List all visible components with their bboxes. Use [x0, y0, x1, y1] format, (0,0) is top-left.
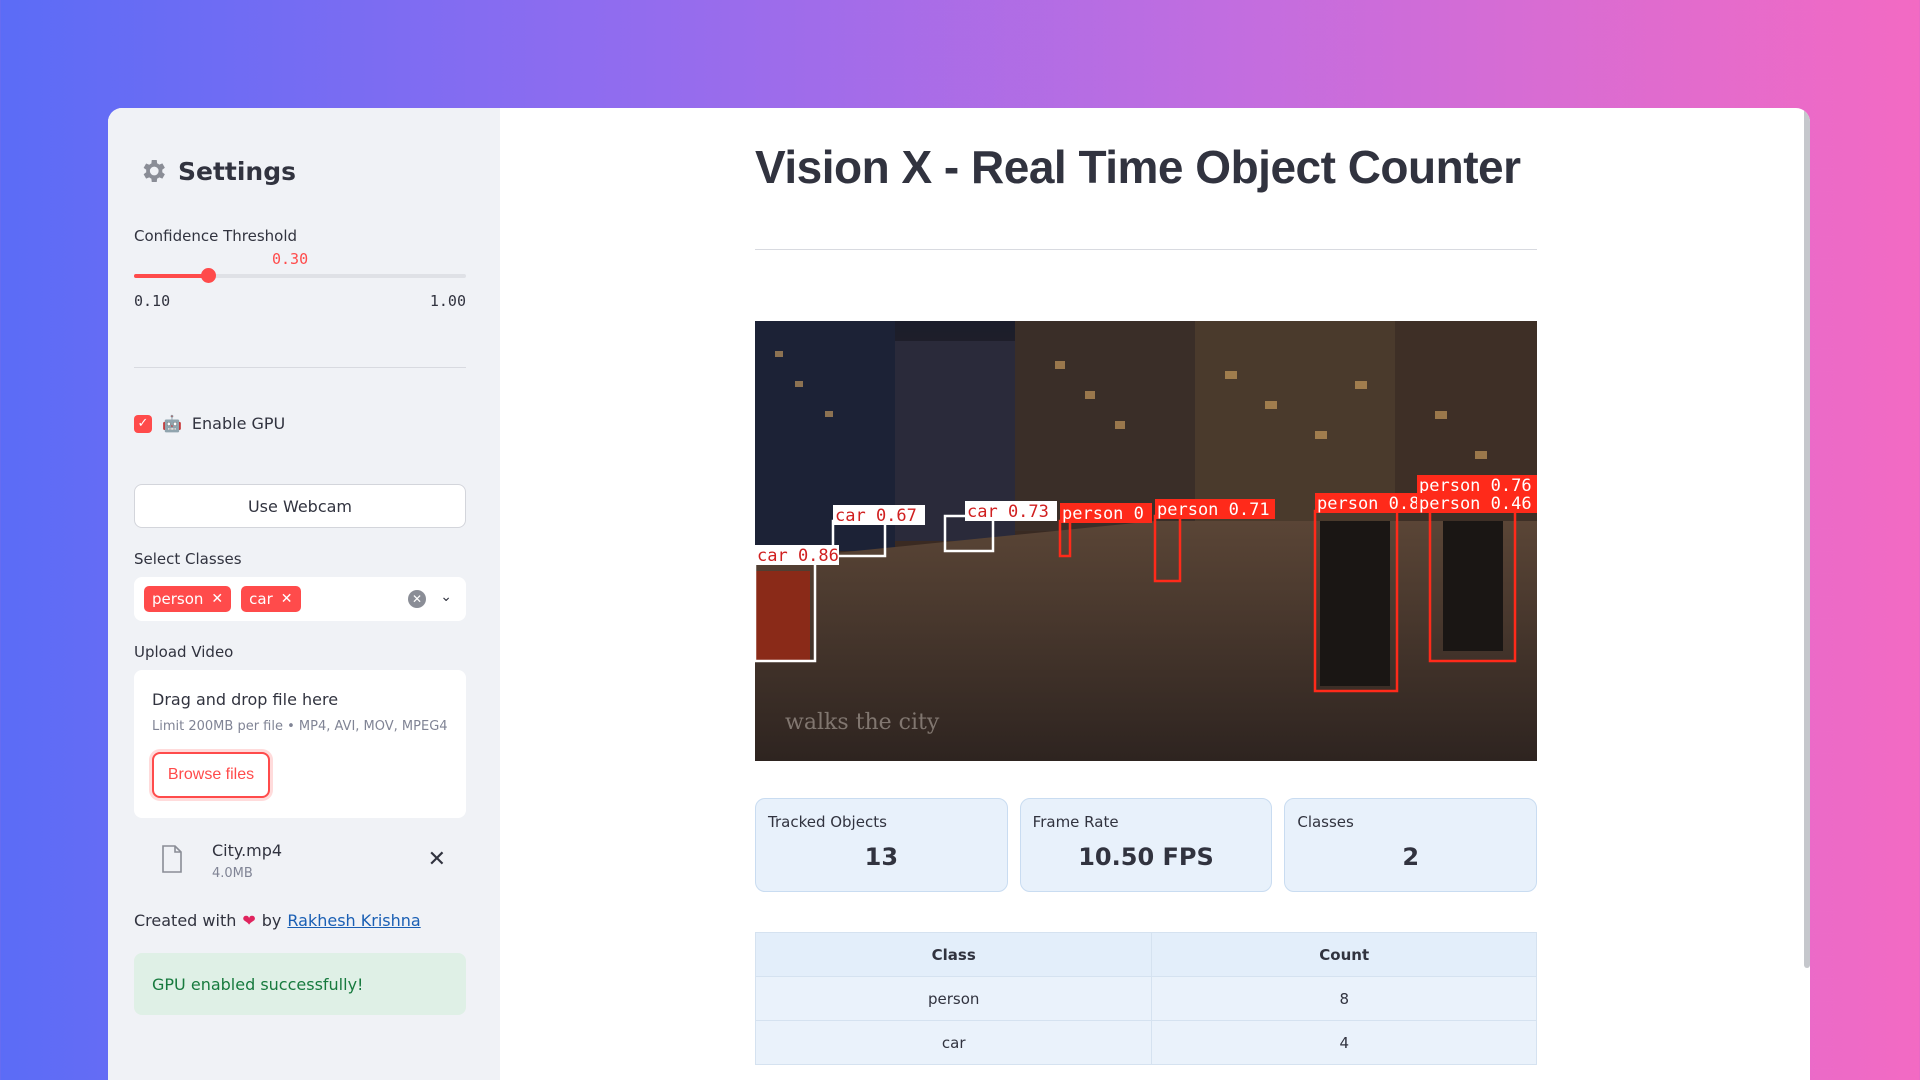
divider [755, 249, 1537, 250]
gpu-checkbox-row[interactable]: ✓ 🤖 Enable GPU [134, 414, 285, 433]
video-scene: car 0.86 car 0.67 car 0.73 person 0 pers… [755, 321, 1537, 761]
close-icon[interactable]: ✕ [428, 847, 446, 872]
metric-label: Frame Rate [1032, 813, 1119, 831]
sidebar-title: Settings [178, 156, 297, 186]
credit-prefix: Created with [134, 911, 237, 930]
slider-fill [134, 274, 208, 278]
table-row: car 4 [754, 1020, 1537, 1065]
success-alert: GPU enabled successfully! [134, 953, 466, 1015]
chevron-down-icon[interactable]: ⌄ [440, 589, 452, 605]
detection-label: car 0.73 [967, 502, 1049, 522]
app-window: Settings Confidence Threshold 0.30 0.10 … [108, 108, 1810, 1080]
detection-label: person 0 [1062, 504, 1144, 524]
upload-label: Upload Video [134, 643, 234, 661]
robot-icon: 🤖 [162, 414, 182, 433]
video-watermark: walks the city [785, 710, 940, 735]
table-cell: 4 [1151, 1020, 1537, 1065]
heart-icon: ❤ [242, 911, 256, 930]
tag-remove-icon[interactable]: ✕ [281, 591, 293, 607]
metric-frame-rate: Frame Rate 10.50 FPS [1019, 798, 1273, 892]
confidence-label: Confidence Threshold [134, 227, 298, 245]
table-header-row: Class Count [754, 932, 1537, 977]
metric-classes: Classes 2 [1284, 798, 1538, 892]
use-webcam-button[interactable]: Use Webcam [134, 484, 466, 528]
tag-car: car ✕ [241, 586, 301, 612]
confidence-slider[interactable] [134, 268, 466, 283]
credit-line: Created with ❤ by Rakhesh Krishna [134, 911, 421, 930]
gpu-checkbox[interactable]: ✓ [134, 414, 152, 433]
table-cell: 8 [1151, 976, 1537, 1021]
slider-value: 0.30 [272, 250, 309, 268]
slider-thumb[interactable] [200, 268, 216, 283]
uploaded-file: City.mp4 4.0MB ✕ [134, 833, 466, 893]
metric-tracked-objects: Tracked Objects 13 [755, 798, 1008, 892]
file-icon [162, 845, 182, 873]
detection-label: car 0.67 [835, 506, 917, 526]
select-classes-label: Select Classes [134, 550, 242, 568]
detection-label: person 0.46 [1419, 494, 1532, 514]
tag-person: person ✕ [144, 586, 232, 612]
table-header: Count [1151, 932, 1537, 977]
page-title: Vision X - Real Time Object Counter [755, 141, 1521, 193]
slider-max-label: 1.00 [429, 292, 466, 310]
divider [134, 367, 466, 368]
slider-min-label: 0.10 [134, 292, 171, 310]
metric-label: Tracked Objects [768, 813, 887, 831]
sidebar: Settings Confidence Threshold 0.30 0.10 … [108, 108, 500, 1080]
metric-value: 2 [1402, 843, 1420, 871]
metric-label: Classes [1297, 813, 1354, 831]
video-frame: car 0.86 car 0.67 car 0.73 person 0 pers… [755, 321, 1537, 761]
detection-label: car 0.86 [757, 546, 839, 566]
tag-label: person [152, 590, 204, 608]
main-content: Vision X - Real Time Object Counter car … [500, 108, 1810, 1080]
metrics-row: Tracked Objects 13 Frame Rate 10.50 FPS … [755, 798, 1538, 892]
credit-by: by [261, 911, 282, 930]
class-multiselect[interactable]: person ✕ car ✕ ✕ ⌄ [134, 577, 466, 621]
browse-files-button[interactable]: Browse files [152, 752, 270, 798]
dropzone-title: Drag and drop file here [152, 690, 339, 709]
scrollbar[interactable] [1804, 108, 1810, 968]
gear-icon [143, 160, 165, 182]
metric-value: 13 [864, 843, 899, 871]
table-row: person 8 [754, 976, 1537, 1021]
table-cell: car [754, 1020, 1153, 1065]
metric-value: 10.50 FPS [1078, 843, 1214, 871]
table-cell: person [754, 976, 1153, 1021]
table-header: Class [754, 932, 1153, 977]
author-link[interactable]: Rakhesh Krishna [287, 911, 420, 930]
tag-remove-icon[interactable]: ✕ [211, 591, 223, 607]
clear-icon[interactable]: ✕ [408, 590, 426, 608]
detection-label: person 0.71 [1157, 500, 1270, 520]
dropzone-limit: Limit 200MB per file • MP4, AVI, MOV, MP… [152, 719, 448, 734]
class-count-table: Class Count person 8 car 4 [754, 932, 1537, 1065]
gpu-label: Enable GPU [191, 414, 286, 433]
detection-label: person 0.88 [1317, 494, 1430, 514]
tag-label: car [249, 590, 273, 608]
file-size: 4.0MB [212, 866, 253, 881]
file-name: City.mp4 [212, 841, 283, 860]
settings-header: Settings [138, 156, 474, 186]
file-dropzone[interactable]: Drag and drop file here Limit 200MB per … [134, 670, 466, 818]
